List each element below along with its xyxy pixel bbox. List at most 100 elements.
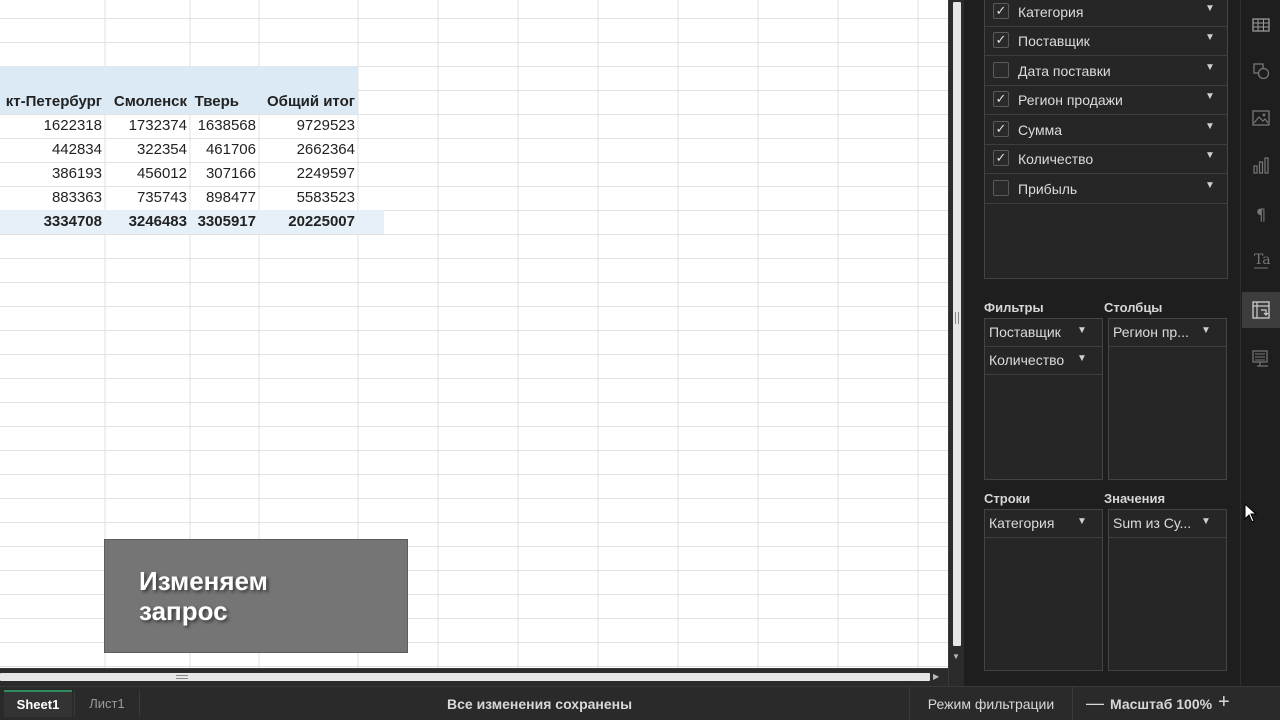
caption-text: Изменяем запрос bbox=[139, 566, 268, 626]
pivot-field-list[interactable]: ✓ Категория ▼ ✓ Поставщик ▼ Дата поставк… bbox=[984, 0, 1228, 279]
filter-item-quantity[interactable]: Количество ▼ bbox=[985, 347, 1102, 375]
chart-icon[interactable] bbox=[1251, 156, 1271, 176]
filter-item-supplier[interactable]: Поставщик ▼ bbox=[985, 319, 1102, 347]
pivot-cell[interactable]: 1732374 bbox=[106, 114, 187, 138]
pivot-cell[interactable]: 898477 bbox=[190, 186, 256, 210]
vertical-scrollbar[interactable]: ▼ bbox=[948, 0, 964, 686]
dropdown-arrow-icon[interactable]: ▼ bbox=[1205, 62, 1215, 73]
field-checkbox[interactable]: ✓ bbox=[993, 32, 1009, 48]
dropdown-arrow-icon[interactable]: ▼ bbox=[1205, 91, 1215, 102]
spreadsheet-grid[interactable]: кт-Петербург Смоленск Тверь Общий итог 1… bbox=[0, 0, 948, 668]
pivot-total-cell[interactable]: 20225007 bbox=[259, 210, 355, 234]
dropdown-arrow-icon[interactable]: ▼ bbox=[1077, 353, 1087, 364]
app-window: кт-Петербург Смоленск Тверь Общий итог 1… bbox=[0, 0, 1280, 720]
pivot-settings-panel: ✓ Категория ▼ ✓ Поставщик ▼ Дата поставк… bbox=[964, 0, 1240, 686]
filter-mode-button[interactable]: Режим фильтрации bbox=[909, 687, 1073, 720]
horizontal-scrollbar[interactable]: ▶ bbox=[0, 668, 948, 686]
pivot-cell[interactable]: 456012 bbox=[106, 162, 187, 186]
dropdown-arrow-icon[interactable]: ▼ bbox=[1201, 325, 1211, 336]
row-item-category[interactable]: Категория ▼ bbox=[985, 510, 1102, 538]
field-label: Категория bbox=[1018, 4, 1084, 20]
field-item-quantity[interactable]: ✓ Количество ▼ bbox=[985, 144, 1227, 174]
field-item-delivery-date[interactable]: Дата поставки ▼ bbox=[985, 56, 1227, 86]
vertical-scrollbar-thumb[interactable] bbox=[953, 2, 961, 646]
slicer-icon[interactable] bbox=[1251, 348, 1271, 368]
pivot-col-header[interactable]: кт-Петербург bbox=[0, 90, 102, 114]
field-label: Регион продажи bbox=[1018, 92, 1123, 108]
filters-title: Фильтры bbox=[984, 300, 1044, 315]
pivot-total-cell[interactable]: 3246483 bbox=[106, 210, 187, 234]
values-zone[interactable]: Sum из Су... ▼ bbox=[1108, 509, 1227, 671]
pivot-cell[interactable]: 386193 bbox=[0, 162, 102, 186]
field-checkbox[interactable]: ✓ bbox=[993, 91, 1009, 107]
zoom-level[interactable]: Масштаб 100% bbox=[1110, 696, 1212, 712]
pivot-total-cell[interactable]: 3334708 bbox=[0, 210, 102, 234]
field-checkbox[interactable] bbox=[993, 180, 1009, 196]
text-art-icon[interactable]: Ta bbox=[1251, 250, 1271, 270]
zone-item-label: Sum из Су... bbox=[1113, 515, 1192, 531]
pivot-cell[interactable]: 461706 bbox=[190, 138, 256, 162]
pivot-cell[interactable]: 307166 bbox=[190, 162, 256, 186]
value-item-sum[interactable]: Sum из Су... ▼ bbox=[1109, 510, 1226, 538]
columns-title: Столбцы bbox=[1104, 300, 1163, 315]
pivot-total-cell[interactable]: 3305917 bbox=[190, 210, 256, 234]
pivot-cell[interactable]: 2662364 bbox=[259, 138, 355, 162]
dropdown-arrow-icon[interactable]: ▼ bbox=[1201, 516, 1211, 527]
pivot-cell[interactable]: 1638568 bbox=[190, 114, 256, 138]
column-item-region[interactable]: Регион пр... ▼ bbox=[1109, 319, 1226, 347]
pivot-cell[interactable]: 2249597 bbox=[259, 162, 355, 186]
field-item-category[interactable]: ✓ Категория ▼ bbox=[985, 0, 1227, 27]
field-checkbox[interactable]: ✓ bbox=[993, 3, 1009, 19]
right-toolbar: ¶ Ta bbox=[1240, 0, 1280, 686]
dropdown-arrow-icon[interactable]: ▼ bbox=[1205, 32, 1215, 43]
field-label: Сумма bbox=[1018, 122, 1062, 138]
field-label: Дата поставки bbox=[1018, 63, 1111, 79]
field-checkbox[interactable] bbox=[993, 62, 1009, 78]
caption-overlay: Изменяем запрос bbox=[104, 539, 408, 653]
table-icon[interactable] bbox=[1251, 15, 1271, 35]
pivot-cell[interactable]: 735743 bbox=[106, 186, 187, 210]
image-icon[interactable] bbox=[1251, 108, 1271, 128]
field-checkbox[interactable]: ✓ bbox=[993, 121, 1009, 137]
paragraph-icon[interactable]: ¶ bbox=[1251, 204, 1271, 224]
columns-zone[interactable]: Регион пр... ▼ bbox=[1108, 318, 1227, 480]
sheet-tab-sheet1[interactable]: Sheet1 bbox=[4, 690, 72, 717]
dropdown-arrow-icon[interactable]: ▼ bbox=[1205, 121, 1215, 132]
dropdown-arrow-icon[interactable]: ▼ bbox=[1077, 325, 1087, 336]
dropdown-arrow-icon[interactable]: ▼ bbox=[1077, 516, 1087, 527]
field-item-sum[interactable]: ✓ Сумма ▼ bbox=[985, 115, 1227, 145]
zone-item-label: Количество bbox=[989, 352, 1065, 368]
zone-item-label: Поставщик bbox=[989, 324, 1061, 340]
pivot-cell[interactable]: 1622318 bbox=[0, 114, 102, 138]
dropdown-arrow-icon[interactable]: ▼ bbox=[1205, 180, 1215, 191]
shape-icon[interactable] bbox=[1251, 61, 1271, 81]
pivot-cell[interactable]: 322354 bbox=[106, 138, 187, 162]
dropdown-arrow-icon[interactable]: ▼ bbox=[1205, 150, 1215, 161]
field-checkbox[interactable]: ✓ bbox=[993, 150, 1009, 166]
rows-title: Строки bbox=[984, 491, 1031, 506]
scroll-grip-icon bbox=[176, 675, 188, 679]
field-item-sales-region[interactable]: ✓ Регион продажи ▼ bbox=[985, 85, 1227, 115]
scroll-right-arrow-icon[interactable]: ▶ bbox=[933, 672, 939, 681]
zoom-out-button[interactable]: — bbox=[1086, 693, 1104, 714]
pivot-col-header[interactable]: Тверь bbox=[190, 90, 239, 114]
pivot-cell[interactable]: 442834 bbox=[0, 138, 102, 162]
pivot-cell[interactable]: 9729523 bbox=[259, 114, 355, 138]
pivot-cell[interactable]: 5583523 bbox=[259, 186, 355, 210]
svg-text:Ta: Ta bbox=[1254, 252, 1271, 268]
dropdown-arrow-icon[interactable]: ▼ bbox=[1205, 3, 1215, 14]
sheet-tab-list1[interactable]: Лист1 bbox=[74, 690, 140, 717]
field-item-profit[interactable]: Прибыль ▼ bbox=[985, 174, 1227, 204]
rows-zone[interactable]: Категория ▼ bbox=[984, 509, 1103, 671]
filters-zone[interactable]: Поставщик ▼ Количество ▼ bbox=[984, 318, 1103, 480]
field-item-supplier[interactable]: ✓ Поставщик ▼ bbox=[985, 26, 1227, 56]
horizontal-scrollbar-thumb[interactable] bbox=[0, 673, 930, 681]
pivot-col-header[interactable]: Общий итог bbox=[259, 90, 355, 114]
pivot-col-header[interactable]: Смоленск bbox=[106, 90, 187, 114]
pivot-cell[interactable]: 883363 bbox=[0, 186, 102, 210]
field-label: Количество bbox=[1018, 151, 1094, 167]
status-bar: Sheet1 Лист1 Все изменения сохранены Реж… bbox=[0, 686, 1280, 720]
pivot-table-icon[interactable] bbox=[1251, 300, 1271, 320]
zoom-in-button[interactable]: + bbox=[1218, 691, 1230, 714]
scroll-down-arrow-icon[interactable]: ▼ bbox=[952, 652, 960, 661]
